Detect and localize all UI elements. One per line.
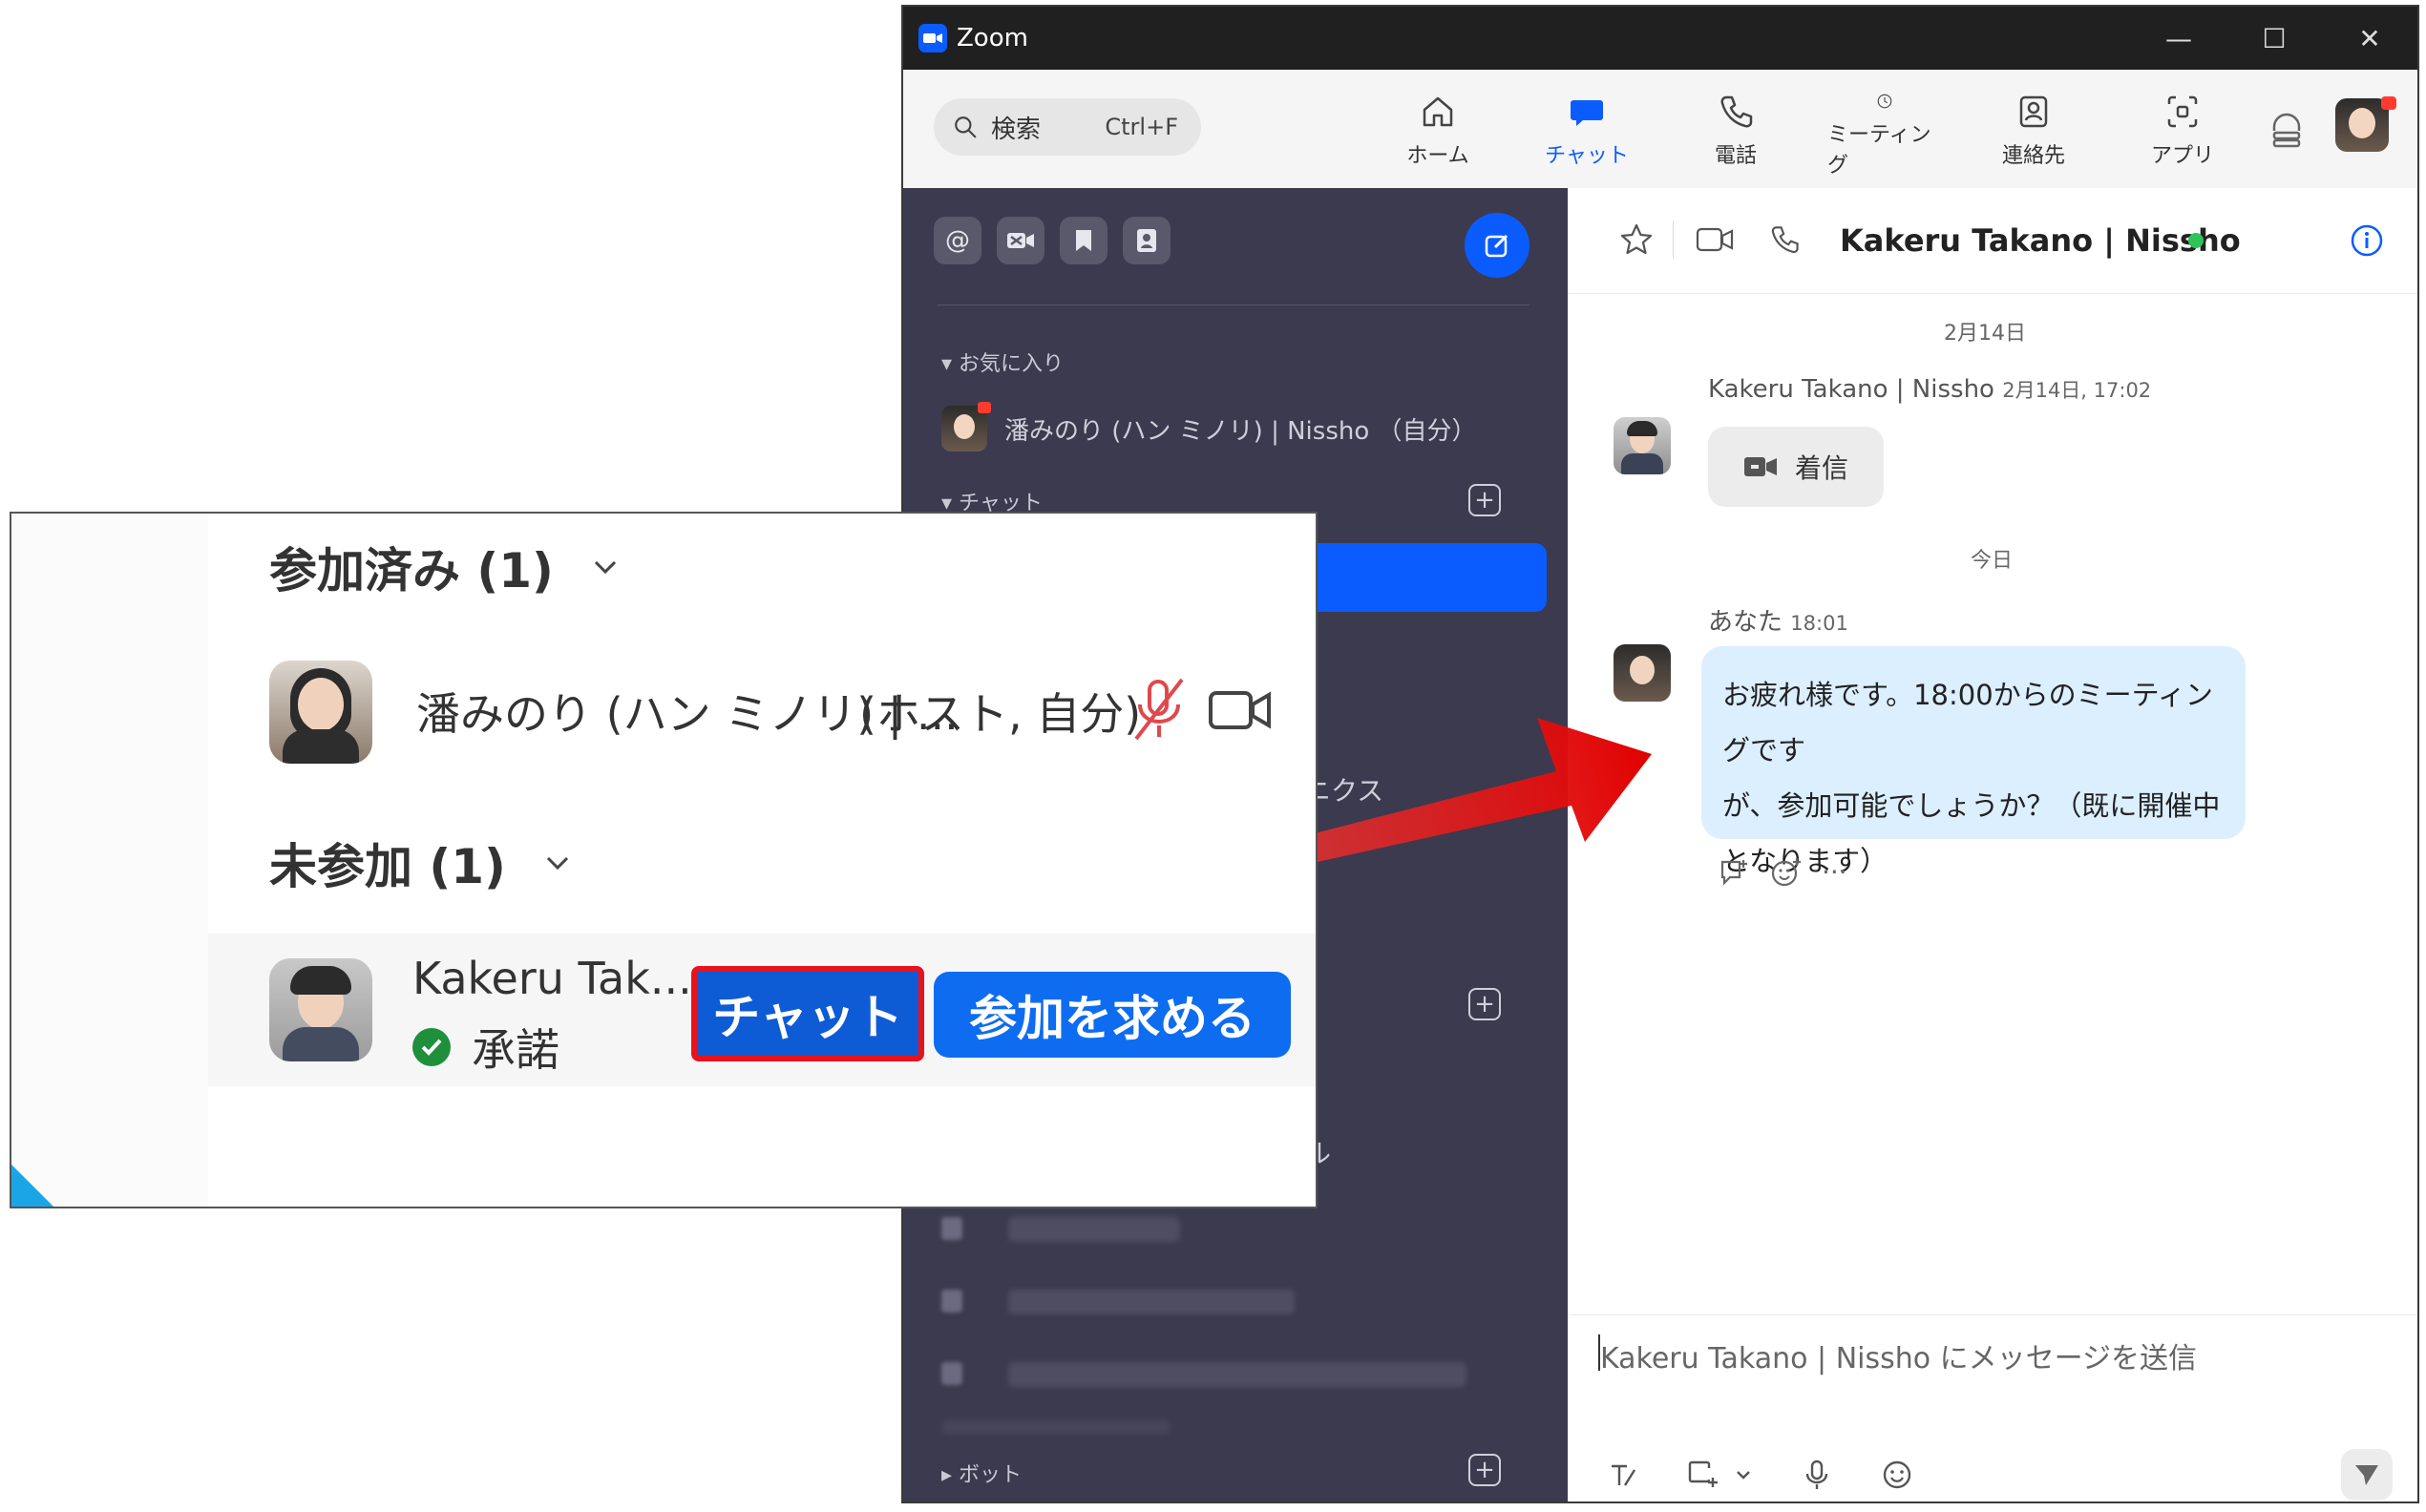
- kakeru-avatar[interactable]: [1614, 417, 1671, 474]
- minimize-button[interactable]: —: [2131, 7, 2226, 70]
- info-icon[interactable]: [2349, 222, 2385, 259]
- contact-card-icon[interactable]: [1123, 217, 1171, 264]
- video-camera-icon[interactable]: [1209, 689, 1272, 731]
- composer-toolbar: [1606, 1459, 1913, 1491]
- invitee-avatar: [269, 958, 372, 1061]
- emoji-reaction-icon[interactable]: [1770, 856, 1803, 889]
- phone-icon: [1720, 95, 1753, 128]
- new-chat-button[interactable]: [1465, 213, 1529, 278]
- joined-section-header[interactable]: 参加済み (1): [269, 533, 619, 601]
- online-status-icon: [2188, 233, 2204, 248]
- section-favorites[interactable]: ▾ お気に入り: [941, 346, 1064, 377]
- tab-apps[interactable]: アプリ: [2125, 93, 2240, 178]
- section-bots[interactable]: ▸ ボット: [941, 1458, 1022, 1488]
- participants-panel: 参加済み (1) 潘みのり (ハン ミノリ) | ... (ホスト, 自分) 未…: [10, 512, 1318, 1208]
- message-composer: Kakeru Takano | Nissho にメッセージを送信: [1568, 1314, 2417, 1502]
- message-bubble[interactable]: お疲れ様です。18:00からのミーティングです が、参加可能でしょうか？（既に開…: [1701, 646, 2246, 877]
- host-avatar: [269, 661, 372, 764]
- video-camera-icon: [1743, 457, 1777, 476]
- lock-icon: [941, 1217, 962, 1240]
- message-input[interactable]: Kakeru Takano | Nissho にメッセージを送信: [1600, 1334, 2197, 1376]
- mentions-icon[interactable]: @: [934, 217, 981, 264]
- microphone-muted-icon[interactable]: [1129, 676, 1190, 743]
- chevron-down-icon: [546, 856, 568, 871]
- tab-phone[interactable]: 電話: [1678, 93, 1793, 178]
- tab-meetings[interactable]: ミーティング: [1827, 93, 1942, 178]
- chat-title: Kakeru Takano | Nissho: [1840, 222, 2241, 259]
- tab-contacts[interactable]: 連絡先: [1976, 93, 2091, 178]
- zoom-logo-icon: [918, 24, 947, 52]
- message-actions: ···: [1719, 856, 1847, 889]
- not-joined-section-header[interactable]: 未参加 (1): [269, 829, 571, 897]
- chevron-down-icon[interactable]: [1734, 1465, 1753, 1484]
- corner-accent: [11, 1165, 53, 1207]
- chat-pane: Kakeru Takano | Nissho 2月14日 Kakeru Taka…: [1568, 188, 2417, 1502]
- date-separator: 2月14日: [1944, 322, 2026, 346]
- chevron-down-icon: [594, 560, 616, 575]
- send-icon: [2355, 1465, 2378, 1485]
- incoming-call-chip[interactable]: 着信: [1708, 427, 1884, 507]
- app-title: Zoom: [957, 24, 1028, 52]
- host-role: (ホスト, 自分): [859, 688, 1142, 740]
- sidebar-item-selected[interactable]: [1304, 543, 1547, 612]
- search-icon: [955, 116, 977, 138]
- title-bar: Zoom — ☐ ✕: [903, 7, 2417, 70]
- message-sender: あなた 18:01: [1708, 608, 1848, 637]
- self-avatar: [941, 402, 991, 452]
- chat-header: Kakeru Takano | Nissho: [1568, 188, 2417, 294]
- main-toolbar: 検索 Ctrl+F ホーム チャット 電話 ミーティング 連絡先 アプリ: [903, 70, 2417, 189]
- video-call-icon[interactable]: [1696, 226, 1734, 253]
- more-options-icon[interactable]: ···: [1822, 856, 1847, 889]
- search-shortcut: Ctrl+F: [1105, 114, 1178, 140]
- lock-icon: [941, 1290, 962, 1312]
- apps-icon: [2167, 95, 2198, 128]
- chat-button[interactable]: チャット: [691, 966, 924, 1061]
- video-off-icon[interactable]: [997, 217, 1044, 264]
- bookmark-icon[interactable]: [1060, 217, 1108, 264]
- search-label: 検索: [991, 115, 1042, 144]
- emoji-icon[interactable]: [1881, 1459, 1913, 1491]
- add-bot-icon[interactable]: +: [1468, 1454, 1501, 1486]
- tab-chat[interactable]: チャット: [1529, 93, 1644, 178]
- sidebar-item-self[interactable]: 潘みのり (ハン ミノリ) | Nissho （自分）: [941, 402, 1477, 452]
- chat-icon: [1571, 100, 1603, 126]
- microphone-icon[interactable]: [1801, 1459, 1833, 1491]
- message-sender: Kakeru Takano | Nissho 2月14日, 17:02: [1708, 375, 2152, 404]
- reply-icon[interactable]: [1719, 856, 1751, 889]
- tab-home[interactable]: ホーム: [1381, 93, 1495, 178]
- blurred-channel[interactable]: [1008, 1290, 1295, 1314]
- contacts-icon: [2019, 95, 2048, 128]
- format-text-icon[interactable]: [1606, 1459, 1638, 1491]
- check-icon: [412, 1028, 451, 1066]
- headset-icon[interactable]: [2270, 112, 2303, 148]
- invite-status: 承諾: [412, 1016, 559, 1079]
- close-button[interactable]: ✕: [2322, 7, 2417, 70]
- sidebar-divider: [938, 304, 1529, 305]
- home-icon: [1423, 96, 1453, 127]
- recording-indicator-icon: [2381, 96, 2396, 110]
- clock-icon: [1877, 94, 1892, 109]
- blurred-channel[interactable]: [941, 1419, 1171, 1435]
- panel-left-strip: [11, 514, 208, 1207]
- blurred-channel[interactable]: [1008, 1362, 1466, 1387]
- add-channel-icon[interactable]: +: [1468, 988, 1501, 1020]
- maximize-button[interactable]: ☐: [2226, 7, 2322, 70]
- invitee-name: Kakeru Tak...: [412, 953, 692, 1004]
- add-chat-icon[interactable]: +: [1468, 484, 1501, 516]
- compose-icon: [1485, 234, 1508, 258]
- lock-icon: [941, 1362, 962, 1385]
- send-button[interactable]: [2341, 1449, 2393, 1501]
- blurred-channel[interactable]: [1008, 1217, 1180, 1242]
- date-separator: 今日: [1971, 549, 2014, 573]
- phone-call-icon[interactable]: [1768, 222, 1801, 257]
- screenshot-icon[interactable]: [1686, 1459, 1719, 1491]
- search-input[interactable]: 検索 Ctrl+F: [934, 98, 1201, 156]
- ask-to-join-button[interactable]: 参加を求める: [934, 972, 1291, 1058]
- star-icon[interactable]: [1619, 222, 1654, 257]
- self-message-avatar[interactable]: [1614, 644, 1671, 702]
